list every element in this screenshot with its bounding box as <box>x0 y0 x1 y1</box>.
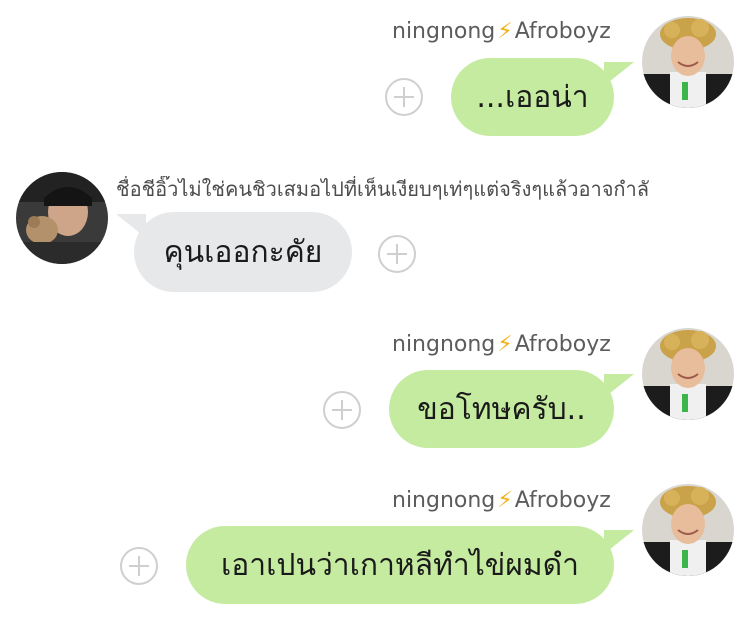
plus-circle-icon[interactable] <box>120 547 158 585</box>
message-text: ...เออน่า <box>476 79 589 115</box>
lightning-icon: ⚡ <box>497 332 513 357</box>
plus-circle-icon[interactable] <box>323 391 361 429</box>
avatar[interactable] <box>16 172 108 264</box>
message-bubble[interactable]: ขอโทษครับ.. <box>389 370 614 448</box>
avatar-image <box>642 484 734 576</box>
avatar-image <box>642 328 734 420</box>
avatar-image <box>642 16 734 108</box>
message-bubble[interactable]: คุนเออกะคัย <box>134 212 352 292</box>
sender-label: ชื่อชีอิ๊วไม่ใช่คนชิวเสมอไปที่เห็นเงียบๆ… <box>116 176 736 202</box>
avatar[interactable] <box>642 328 734 420</box>
sender-name: ชื่อชีอิ๊วไม่ใช่คนชิวเสมอไปที่เห็นเงียบๆ… <box>116 177 650 201</box>
sender-group: Afroboyz <box>514 19 611 44</box>
sender-label: ningnong⚡Afroboyz <box>392 488 611 514</box>
plus-circle-icon[interactable] <box>378 235 416 273</box>
lightning-icon: ⚡ <box>497 488 513 513</box>
message-text: คุนเออกะคัย <box>163 234 323 270</box>
avatar[interactable] <box>642 484 734 576</box>
sender-group: Afroboyz <box>514 488 611 513</box>
chat-message: ningnong⚡Afroboyz เอาเปนว่าเกาหลีทำไข่ผม… <box>0 0 742 632</box>
sender-name: ningnong <box>392 332 496 357</box>
sender-name: ningnong <box>392 488 496 513</box>
message-bubble[interactable]: ...เออน่า <box>451 58 614 136</box>
plus-circle-icon[interactable] <box>385 78 423 116</box>
sender-label: ningnong⚡Afroboyz <box>392 332 611 358</box>
avatar-image <box>16 172 108 264</box>
message-bubble[interactable]: เอาเปนว่าเกาหลีทำไข่ผมดำ <box>186 526 614 604</box>
lightning-icon: ⚡ <box>497 19 513 44</box>
avatar[interactable] <box>642 16 734 108</box>
message-text: ขอโทษครับ.. <box>417 391 586 427</box>
message-text: เอาเปนว่าเกาหลีทำไข่ผมดำ <box>221 547 579 583</box>
sender-group: Afroboyz <box>514 332 611 357</box>
sender-label: ningnong⚡Afroboyz <box>392 19 611 45</box>
sender-name: ningnong <box>392 19 496 44</box>
